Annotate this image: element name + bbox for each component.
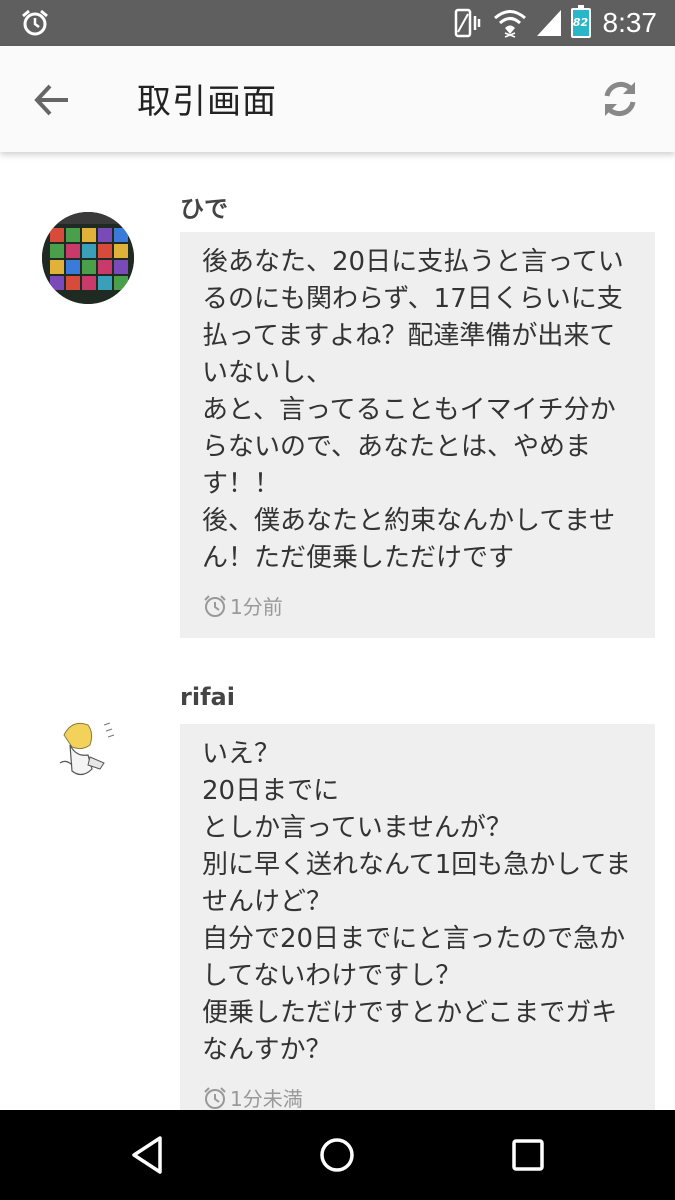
sender-name: ひで [180, 195, 228, 223]
vibrate-icon [451, 8, 485, 38]
avatar-character-sketch-image [42, 705, 134, 797]
wifi-icon [493, 8, 527, 38]
chat-list[interactable]: ひで 後あなた、20日に支払うと言っているのにも関わらず、17日くらいに支払って… [0, 152, 675, 1110]
cell-signal-icon [535, 8, 563, 38]
message-timestamp: 1分未満 [202, 1083, 635, 1110]
message-text: 後あなた、20日に支払うと言っているのにも関わらず、17日くらいに支払ってますよ… [202, 247, 624, 573]
clock-icon [204, 1086, 226, 1109]
avatar-game-screenshot-image [42, 212, 134, 304]
avatar[interactable] [42, 212, 134, 304]
app-bar: 取引画面 [0, 46, 675, 152]
nav-back-icon[interactable] [124, 1132, 170, 1178]
clock: 8:37 [602, 7, 658, 38]
battery-icon: 82 [570, 5, 591, 38]
message-bubble: 後あなた、20日に支払うと言っているのにも関わらず、17日くらいに支払ってますよ… [180, 232, 655, 638]
message-timestamp: 1分前 [202, 591, 635, 620]
nav-home-icon[interactable] [314, 1132, 360, 1178]
status-bar: 82 8:37 [0, 0, 675, 46]
avatar[interactable] [42, 705, 134, 797]
page-title: 取引画面 [137, 82, 277, 122]
battery-level: 82 [572, 16, 589, 29]
nav-recents-icon[interactable] [505, 1132, 551, 1178]
navigation-bar [0, 1110, 675, 1200]
message-bubble: いえ？ 20日までに としか言っていませんが？ 別に早く送れなんて1回も急かして… [180, 724, 655, 1110]
sender-name: rifai [180, 683, 235, 711]
message-time-text: 1分未満 [230, 1087, 303, 1110]
back-arrow-icon[interactable] [32, 82, 72, 118]
message-time-text: 1分前 [230, 595, 283, 619]
alarm-icon [22, 9, 48, 36]
refresh-icon[interactable] [597, 76, 643, 122]
message-text: いえ？ 20日までに としか言っていませんが？ 別に早く送れなんて1回も急かして… [202, 739, 632, 1065]
clock-icon [204, 594, 226, 617]
